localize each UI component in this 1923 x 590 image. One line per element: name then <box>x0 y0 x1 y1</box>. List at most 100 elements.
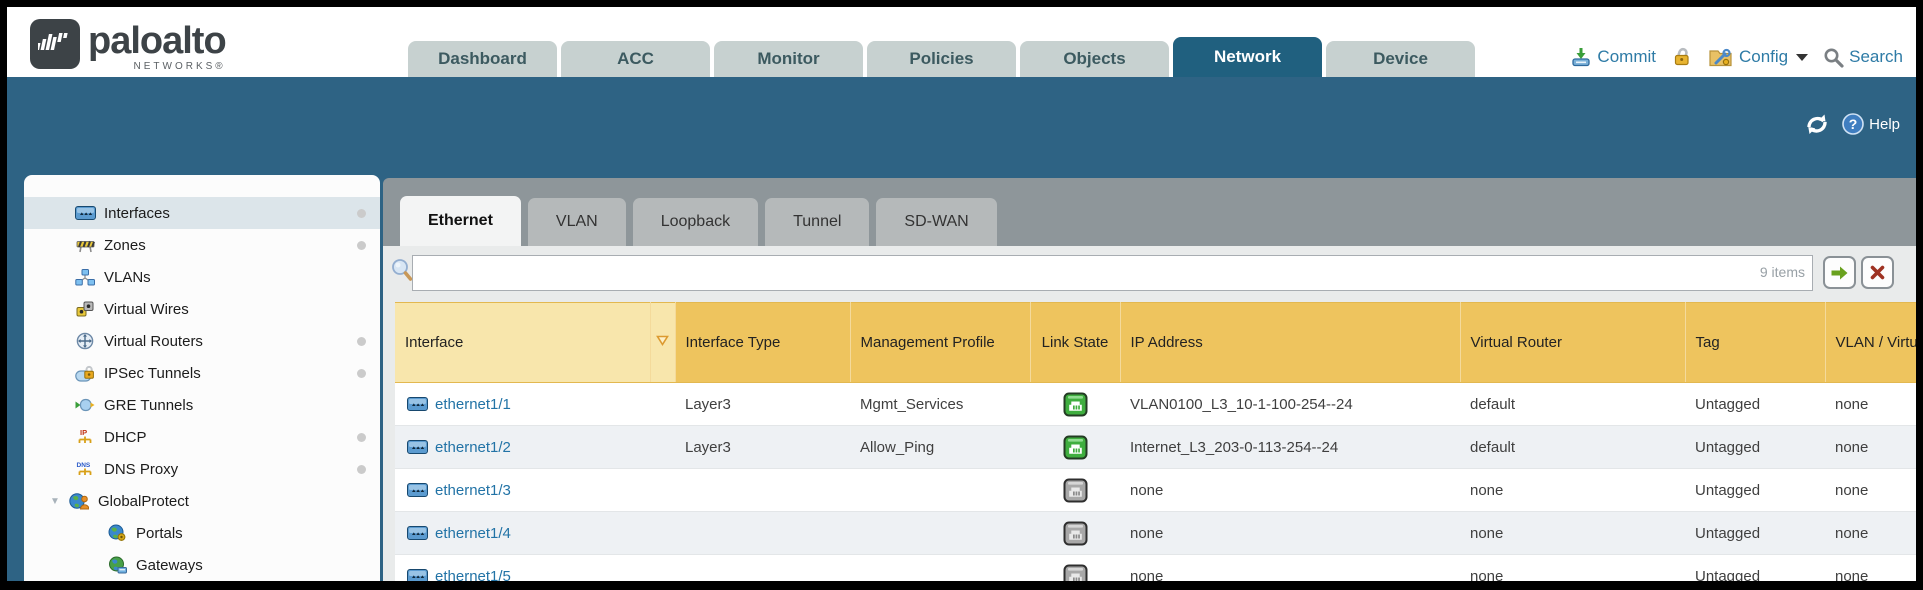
cell-type: Layer3 <box>675 426 850 469</box>
gre-tunnels-icon <box>74 397 96 413</box>
virtual-wires-icon <box>74 301 96 317</box>
table-row[interactable]: ethernet1/5 none none Untagged none <box>395 555 1916 582</box>
tab-acc[interactable]: ACC <box>561 41 710 77</box>
tab-vlan[interactable]: VLAN <box>528 198 626 246</box>
status-dot <box>357 433 366 442</box>
interface-type-tabbar: Ethernet VLAN Loopback Tunnel SD-WAN <box>383 178 1916 246</box>
sort-dropdown-button[interactable] <box>650 303 675 383</box>
tab-policies[interactable]: Policies <box>867 41 1016 77</box>
interface-link[interactable]: ethernet1/1 <box>435 396 511 413</box>
cell-mgmt: Mgmt_Services <box>850 383 1030 426</box>
tab-device[interactable]: Device <box>1326 41 1475 77</box>
col-virtual-router[interactable]: Virtual Router <box>1460 303 1685 383</box>
top-header-bar: paloalto NETWORKS® Dashboard ACC Monitor… <box>7 7 1916 77</box>
cell-type <box>675 469 850 512</box>
tab-loopback[interactable]: Loopback <box>633 198 758 246</box>
green-arrow-icon <box>1830 265 1849 281</box>
cell-mgmt <box>850 512 1030 555</box>
link-state-down-icon <box>1063 564 1088 582</box>
sidebar-item-globalprotect[interactable]: ▼ GlobalProtect <box>24 485 380 517</box>
interface-link[interactable]: ethernet1/4 <box>435 525 511 542</box>
config-label: Config <box>1739 47 1788 67</box>
tab-monitor[interactable]: Monitor <box>714 41 863 77</box>
ethernet-panel: 9 items Interface <box>383 246 1916 581</box>
col-management-profile[interactable]: Management Profile <box>850 303 1030 383</box>
sidebar-item-label: IPSec Tunnels <box>104 365 201 382</box>
interface-icon <box>407 440 428 454</box>
clear-filter-button[interactable] <box>1861 256 1894 289</box>
interface-link[interactable]: ethernet1/5 <box>435 568 511 582</box>
sidebar-item-portals[interactable]: Portals <box>24 517 380 549</box>
tab-ethernet[interactable]: Ethernet <box>400 196 521 246</box>
sidebar-item-dns-proxy[interactable]: DNS DNS Proxy <box>24 453 380 485</box>
cell-ip: Internet_L3_203-0-113-254--24 <box>1120 426 1460 469</box>
status-dot <box>357 209 366 218</box>
sidebar-item-gre-tunnels[interactable]: GRE Tunnels <box>24 389 380 421</box>
commit-button[interactable]: Commit <box>1570 46 1656 68</box>
apply-filter-button[interactable] <box>1823 256 1856 289</box>
config-menu-button[interactable]: Config <box>1708 46 1808 68</box>
col-interface[interactable]: Interface <box>395 303 650 383</box>
cell-ip: none <box>1120 555 1460 582</box>
tab-sdwan[interactable]: SD-WAN <box>876 198 996 246</box>
config-icon <box>1708 46 1734 68</box>
sidebar-item-interfaces[interactable]: Interfaces <box>24 197 380 229</box>
panos-app: paloalto NETWORKS® Dashboard ACC Monitor… <box>7 7 1916 581</box>
expander-triangle-icon[interactable]: ▼ <box>50 496 66 507</box>
sidebar-item-zones[interactable]: Zones <box>24 229 380 261</box>
sidebar-item-virtual-routers[interactable]: Virtual Routers <box>24 325 380 357</box>
cell-vrouter: default <box>1460 426 1685 469</box>
interface-icon <box>407 397 428 411</box>
help-button[interactable]: ? Help <box>1841 112 1900 136</box>
col-tag[interactable]: Tag <box>1685 303 1825 383</box>
paloalto-logo: paloalto NETWORKS® <box>30 19 226 72</box>
lock-button[interactable] <box>1671 46 1693 68</box>
red-x-icon <box>1869 264 1886 281</box>
sidebar-item-label: GlobalProtect <box>98 493 189 510</box>
filter-input[interactable] <box>412 255 1813 291</box>
interface-link[interactable]: ethernet1/2 <box>435 439 511 456</box>
sidebar-item-label: Zones <box>104 237 146 254</box>
interface-icon <box>407 569 428 581</box>
zones-icon <box>74 237 96 253</box>
search-button[interactable]: Search <box>1823 47 1903 68</box>
col-vlan-virtual-wire[interactable]: VLAN / Virtual Wire <box>1825 303 1916 383</box>
col-link-state[interactable]: Link State <box>1030 303 1120 383</box>
cell-vlanwire: none <box>1825 469 1916 512</box>
sidebar-item-dhcp[interactable]: IP DHCP <box>24 421 380 453</box>
sidebar-item-label: Gateways <box>136 557 203 574</box>
sort-triangle-icon <box>655 334 670 347</box>
filter-row: 9 items <box>383 246 1916 302</box>
globalprotect-icon <box>68 492 90 510</box>
cell-tag: Untagged <box>1685 555 1825 582</box>
sidebar-item-ipsec-tunnels[interactable]: IPSec Tunnels <box>24 357 380 389</box>
svg-text:DNS: DNS <box>77 462 91 469</box>
table-row[interactable]: ethernet1/2 Layer3 Allow_Ping Internet_L… <box>395 426 1916 469</box>
cell-tag: Untagged <box>1685 469 1825 512</box>
tab-network[interactable]: Network <box>1173 37 1322 77</box>
tab-dashboard[interactable]: Dashboard <box>408 41 557 77</box>
interface-link[interactable]: ethernet1/3 <box>435 482 511 499</box>
refresh-icon[interactable] <box>1803 111 1831 137</box>
col-ip-address[interactable]: IP Address <box>1120 303 1460 383</box>
sidebar-item-vlans[interactable]: VLANs <box>24 261 380 293</box>
sidebar-item-gateways[interactable]: Gateways <box>24 549 380 581</box>
status-dot <box>357 465 366 474</box>
interfaces-icon <box>74 206 96 220</box>
interface-icon <box>407 483 428 497</box>
sidebar-item-label: Portals <box>136 525 183 542</box>
tab-tunnel[interactable]: Tunnel <box>765 198 869 246</box>
tab-objects[interactable]: Objects <box>1020 41 1169 77</box>
table-row[interactable]: ethernet1/4 none none Untagged none <box>395 512 1916 555</box>
status-dot <box>357 369 366 378</box>
sidebar-item-label: Virtual Routers <box>104 333 203 350</box>
commit-icon <box>1570 46 1592 68</box>
col-interface-type[interactable]: Interface Type <box>675 303 850 383</box>
table-row[interactable]: ethernet1/1 Layer3 Mgmt_Services VLAN010… <box>395 383 1916 426</box>
status-dot <box>357 337 366 346</box>
logo-wordmark: paloalto <box>88 19 226 63</box>
cell-type <box>675 555 850 582</box>
sidebar-item-virtual-wires[interactable]: Virtual Wires <box>24 293 380 325</box>
cell-vrouter: none <box>1460 512 1685 555</box>
table-row[interactable]: ethernet1/3 none none Untagged none <box>395 469 1916 512</box>
